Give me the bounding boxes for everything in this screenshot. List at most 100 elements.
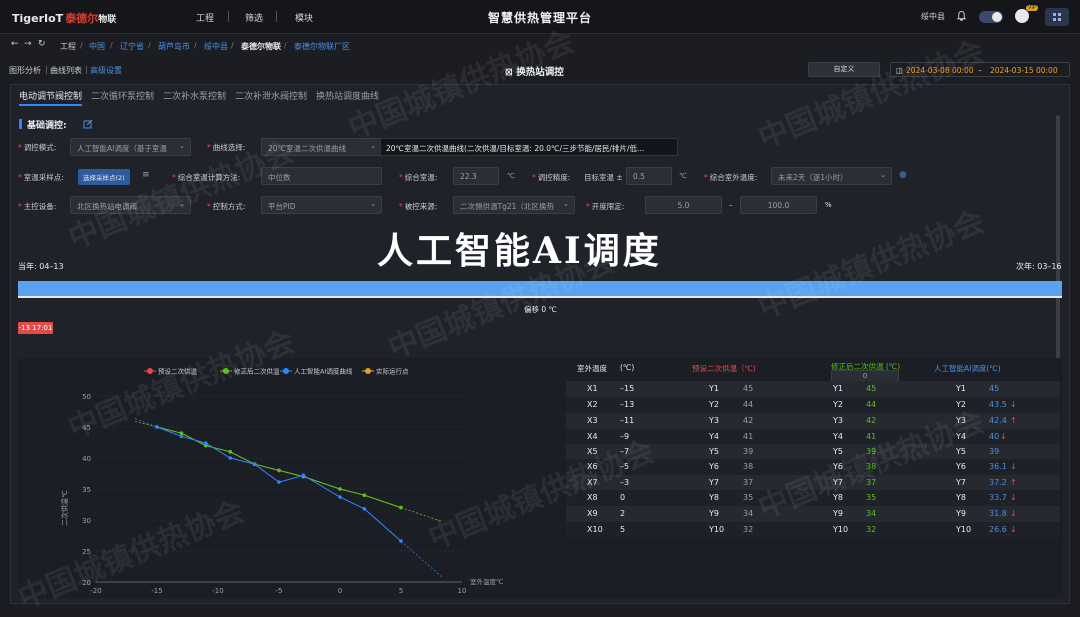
chart-panel: 20 25 30 35 40 45 50 -20 -15 -10 -5 0 5 10 二次供温℃ 室外温度℃ 预… [18, 358, 563, 598]
precision-field[interactable]: 0.5 [626, 167, 672, 185]
chevron-down-icon: ⌄ [880, 171, 886, 179]
mode-select[interactable]: 人工智能AI调度（基于室温 ⌄ [70, 138, 191, 156]
opening-min-stepper[interactable]: 5.0 [645, 196, 722, 214]
device-select[interactable]: 北区换热站电调阀 ⌄ [70, 196, 191, 214]
cell-y-label: Y9 [956, 509, 966, 518]
table-row [566, 522, 1060, 538]
location-selector[interactable]: 绥中县 [921, 11, 945, 22]
cell-x-value: 5 [620, 525, 626, 534]
subtab-graph[interactable]: 图形分析 [9, 65, 41, 76]
calc-select[interactable]: 中位数 [261, 167, 382, 185]
date-range-picker[interactable]: ◫ 2024-03-08 00:00 – 2024-03-15 00:00 [890, 62, 1070, 77]
custom-range-button[interactable]: 自定义 [808, 62, 880, 77]
th-outdoor: 室外温度 [577, 364, 607, 373]
avatar[interactable] [1015, 9, 1029, 23]
topnav-filter[interactable]: 筛选 [245, 11, 263, 24]
curve-select[interactable]: 20℃室温二次供温曲线 ⌄ [261, 138, 382, 156]
tab-circulation-pump[interactable]: 二次循环泵控制 [91, 89, 154, 102]
x-tick-label: 5 [399, 587, 403, 595]
toggle-knob [992, 12, 1002, 22]
data-point [204, 441, 208, 445]
select-sample-button[interactable]: 选择采样点(2) [78, 169, 130, 185]
cell-corrected-value: 44 [866, 400, 877, 409]
source-select[interactable]: 二次侧供温Tg21（北区换热 ⌄ [453, 196, 575, 214]
dispatch-chart: 20 25 30 35 40 45 50 -20 -15 -10 -5 0 5 10 二次供温℃ 室外温度℃ 预… [60, 367, 503, 596]
brand-logo[interactable]: TigerIoT 泰德尔物联 [12, 10, 116, 26]
y-tick-label: 25 [82, 548, 91, 556]
curve-info: 20℃室温二次供温曲线(二次供温/目标室温: 20.0℃/三步节能/居民/排片/… [380, 138, 678, 156]
topnav-project[interactable]: 工程 [196, 11, 214, 24]
cell-corrected-value: 41 [866, 432, 877, 441]
room-temp-field[interactable]: 22.3 [453, 167, 499, 185]
precision-target: 目标室温 ± [584, 173, 623, 182]
crumb-huludao[interactable]: 葫芦岛市 [158, 41, 190, 52]
crumb-project[interactable]: 工程 [60, 41, 76, 52]
season-progress-bar[interactable] [18, 281, 1062, 298]
edit-icon[interactable] [83, 119, 93, 129]
cell-x-value: –9 [620, 432, 630, 441]
outdoor-select[interactable]: 未来2天（逐1小时） ⌄ [771, 167, 892, 185]
apps-grid-button[interactable] [1045, 8, 1069, 26]
legend-label: 实际运行点 [376, 367, 409, 376]
forward-arrow-icon[interactable]: → [24, 39, 32, 49]
list-icon[interactable]: ≡ [142, 170, 150, 180]
date-end: 2024-03-15 00:00 [990, 66, 1058, 75]
arrow-down-icon: ↓ [1010, 462, 1017, 471]
theme-toggle[interactable] [979, 11, 1003, 23]
topnav-module[interactable]: 模块 [295, 11, 313, 24]
legend-marker [223, 368, 229, 374]
cell-y-label: Y6 [833, 462, 843, 471]
info-icon[interactable]: ● [899, 170, 907, 180]
arrow-down-icon: ↓ [1010, 525, 1017, 534]
outdoor-label: * 综合室外温度: [704, 173, 758, 182]
cell-y-label: Y10 [956, 525, 972, 534]
tab-drain-valve[interactable]: 二次补泄水阀控制 [235, 89, 307, 102]
opening-max-stepper[interactable]: 100.0 [740, 196, 817, 214]
subtab-advanced[interactable]: 高级设置 [90, 65, 122, 76]
series-line [156, 426, 402, 542]
cell-ai-value: 40 [989, 432, 1000, 441]
vip-badge: VIP [1026, 5, 1038, 11]
cell-x-value: –11 [620, 416, 635, 425]
x-tick-label: -5 [276, 587, 283, 595]
cell-preset-value: 45 [743, 384, 754, 393]
cell-ai-value: 42.4 [989, 416, 1007, 425]
table-row [566, 475, 1060, 491]
cell-y-label: Y6 [956, 462, 966, 471]
series-extension [400, 507, 442, 522]
cell-y-label: Y7 [709, 478, 719, 487]
room-label: * 综合室温: [399, 173, 438, 182]
crumb-liaoning[interactable]: 辽宁省 [120, 41, 144, 52]
table-row [566, 459, 1060, 475]
bell-icon[interactable] [956, 10, 967, 22]
control-select[interactable]: 平台PID ⌄ [261, 196, 382, 214]
refresh-icon[interactable]: ↻ [38, 39, 46, 49]
y-tick-label: 30 [82, 517, 91, 525]
cell-y-label: Y7 [956, 478, 966, 487]
data-point [338, 495, 342, 499]
data-point [252, 462, 257, 466]
overlay-title: 人工智能AI调度 [377, 230, 662, 272]
cell-y-label: Y5 [709, 447, 719, 456]
tab-valve-control[interactable]: 电动调节阀控制 [19, 89, 83, 106]
cell-y-label: Y1 [956, 384, 966, 393]
tab-dispatch-curve[interactable]: 换热站调度曲线 [316, 89, 379, 102]
subtab-curve-list[interactable]: 曲线列表 [50, 65, 82, 76]
crumb-china[interactable]: 中国 [89, 41, 105, 52]
cell-x-label: X1 [587, 384, 598, 393]
tab-makeup-pump[interactable]: 二次补水泵控制 [163, 89, 226, 102]
station-icon: ⊠ [505, 67, 517, 78]
cell-preset-value: 34 [743, 509, 754, 518]
arrow-up-icon: ↑ [1010, 416, 1017, 425]
back-arrow-icon[interactable]: ← [11, 39, 19, 49]
cell-y-label: Y8 [709, 493, 719, 502]
crumb-suizhong[interactable]: 绥中县 [204, 41, 228, 52]
cell-x-value: –7 [620, 447, 630, 456]
cell-x-label: X6 [587, 462, 598, 471]
crumb-tigeriot[interactable]: 泰德尔物联 [241, 41, 281, 52]
x-tick-label: 0 [338, 587, 342, 595]
cell-x-label: X9 [587, 509, 598, 518]
brand-en: TigerIoT [12, 12, 64, 25]
cell-y-label: Y2 [956, 400, 966, 409]
crumb-factory[interactable]: 泰德尔物联厂区 [294, 41, 350, 52]
